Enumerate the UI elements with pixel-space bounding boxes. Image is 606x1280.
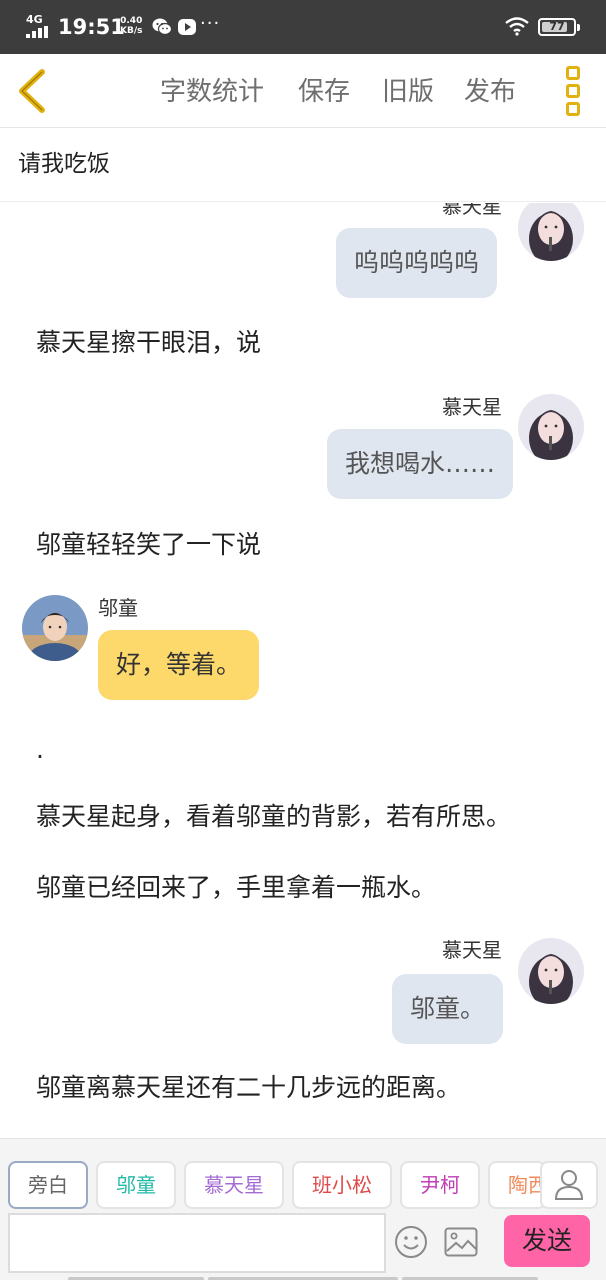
chat-bubble[interactable]: 呜呜呜呜呜	[336, 228, 498, 298]
narration-text[interactable]: 慕天星起身，看着邬童的背影，若有所思。	[36, 800, 511, 834]
story-title: 请我吃饭	[18, 151, 110, 177]
chat-bubble[interactable]: 好，等着。	[98, 630, 260, 700]
narration-text[interactable]: 慕天星擦干眼泪，说	[36, 326, 261, 360]
wechat-icon	[152, 18, 172, 36]
role-chip-wutong[interactable]: 邬童	[96, 1161, 176, 1209]
net-speed: 0.40 KB/s	[120, 16, 142, 36]
status-bar: 4G 19:51 0.40 KB/s ··· 77	[0, 0, 606, 54]
word-count-button[interactable]: 字数统计	[160, 74, 264, 110]
role-chip-yinke[interactable]: 尹柯	[400, 1161, 480, 1209]
image-icon[interactable]	[444, 1227, 478, 1257]
narration-text[interactable]: 邬童已经回来了，手里拿着一瓶水。	[36, 871, 436, 905]
chat-bubble[interactable]: 邬童。	[392, 974, 504, 1044]
publish-button[interactable]: 发布	[464, 74, 516, 110]
send-button[interactable]: 发送	[504, 1215, 590, 1267]
menu-icon[interactable]	[564, 66, 582, 116]
role-chip-taoxi[interactable]: 陶西	[488, 1161, 546, 1209]
avatar[interactable]	[22, 595, 88, 661]
story-title-row[interactable]: 请我吃饭	[0, 128, 606, 202]
battery-level: 77	[549, 20, 565, 33]
status-time: 19:51	[58, 15, 125, 39]
chat-bubble[interactable]: 我想喝水……	[327, 429, 514, 499]
top-toolbar: 字数统计 保存 旧版 发布	[0, 54, 606, 128]
narration-text[interactable]: 邬童轻轻笑了一下说	[36, 528, 261, 562]
speaker-name: 慕天星	[442, 203, 502, 218]
old-version-button[interactable]: 旧版	[382, 74, 434, 110]
wifi-icon	[505, 17, 529, 36]
network-type: 4G	[26, 13, 43, 26]
role-chip-label: 班小松	[312, 1173, 372, 1197]
role-chip-banxiaosong[interactable]: 班小松	[292, 1161, 392, 1209]
role-chip-label: 邬童	[116, 1173, 156, 1197]
role-chip-mutianxing[interactable]: 慕天星	[184, 1161, 284, 1209]
signal-icon	[26, 26, 50, 38]
avatar[interactable]	[518, 394, 584, 460]
save-button[interactable]: 保存	[298, 74, 350, 110]
profile-icon[interactable]	[540, 1161, 598, 1209]
battery-icon: 77	[538, 18, 580, 36]
role-chip-label: 慕天星	[204, 1173, 264, 1197]
speaker-name: 慕天星	[442, 395, 502, 419]
speaker-name: 慕天星	[442, 938, 502, 962]
message-input[interactable]	[8, 1213, 386, 1273]
speaker-name: 邬童	[98, 596, 138, 620]
video-app-icon	[178, 19, 196, 35]
chevron-left-icon[interactable]	[14, 68, 50, 114]
emoji-icon[interactable]	[394, 1225, 428, 1259]
net-speed-unit: KB/s	[120, 26, 143, 36]
avatar[interactable]	[518, 203, 584, 261]
story-content[interactable]: 慕天星 呜呜呜呜呜 慕天星擦干眼泪，说 慕天星 我想喝水…… 邬童轻轻笑了一下说	[0, 203, 606, 1138]
net-speed-value: 0.40	[120, 16, 143, 26]
avatar[interactable]	[518, 938, 584, 1004]
role-chip-narrator[interactable]: 旁白	[8, 1161, 88, 1209]
more-notifications-icon: ···	[200, 13, 221, 34]
role-chip-label: 旁白	[28, 1173, 68, 1197]
role-chip-label: 尹柯	[420, 1173, 460, 1197]
narration-text[interactable]: 邬童离慕天星还有二十几步远的距离。	[36, 1071, 461, 1105]
narration-text[interactable]: .	[36, 733, 44, 767]
compose-bar: 旁白 邬童 慕天星 班小松 尹柯 陶西 发送	[0, 1138, 606, 1280]
